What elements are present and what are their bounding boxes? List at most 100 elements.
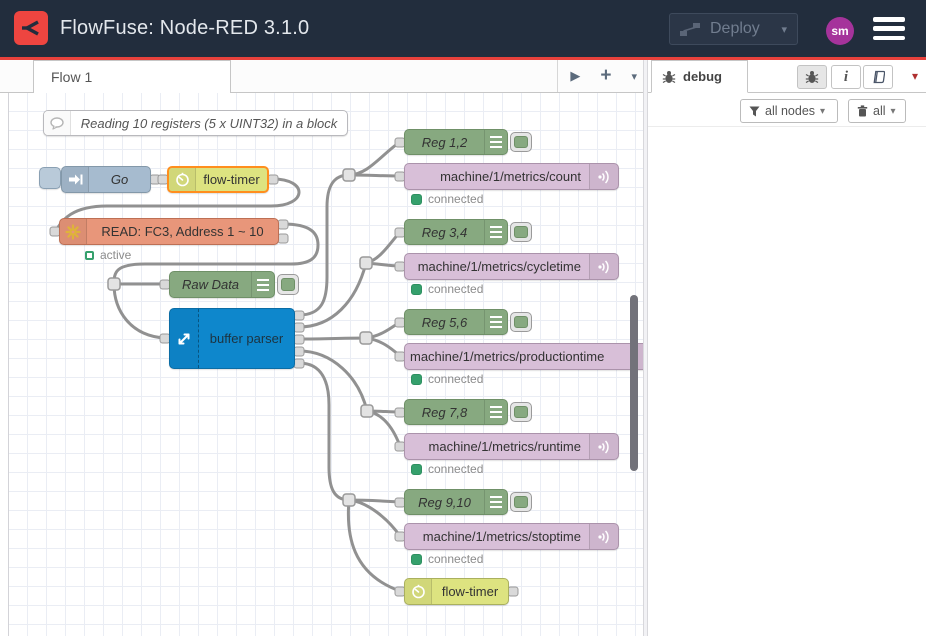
- timer-clock-icon: [405, 579, 432, 604]
- deploy-button[interactable]: Deploy ▾: [669, 13, 798, 45]
- debug-filter-bug-button[interactable]: [797, 65, 827, 89]
- debug-messages-panel[interactable]: [648, 127, 926, 636]
- node-port[interactable]: [278, 234, 288, 243]
- debug-node-reg[interactable]: Reg 5,6: [404, 309, 508, 335]
- wire-junction[interactable]: [360, 257, 372, 269]
- status-text: connected: [428, 282, 483, 296]
- deploy-label: Deploy: [710, 20, 760, 38]
- clear-label: all: [873, 104, 886, 118]
- wire-junction[interactable]: [361, 405, 373, 417]
- debug-enable-toggle[interactable]: [510, 492, 532, 512]
- mqtt-out-node[interactable]: machine/1/metrics/productiontime: [404, 343, 643, 370]
- wire-junction[interactable]: [343, 494, 355, 506]
- debug-lines-icon: [251, 272, 274, 297]
- deploy-options-caret-icon[interactable]: ▾: [781, 23, 787, 36]
- wire-junction[interactable]: [360, 332, 372, 344]
- node-info-button[interactable]: i: [831, 65, 861, 89]
- node-status: connected: [411, 552, 483, 566]
- inject-trigger-button[interactable]: [39, 167, 61, 189]
- funnel-icon: [749, 106, 760, 117]
- debug-node-reg[interactable]: Reg 1,2: [404, 129, 508, 155]
- broadcast-icon: [589, 434, 618, 459]
- header-bar: FlowFuse: Node-RED 3.1.0 Deploy ▾ sm: [0, 0, 926, 57]
- debug-lines-icon: [484, 490, 507, 514]
- wire[interactable]: [299, 263, 366, 327]
- help-book-button[interactable]: [863, 65, 893, 89]
- mqtt-out-node[interactable]: machine/1/metrics/cycletime: [404, 253, 619, 280]
- comment-bubble-icon: [44, 111, 71, 135]
- status-text: connected: [428, 192, 483, 206]
- wire[interactable]: [349, 500, 400, 536]
- tab-flow-1[interactable]: Flow 1: [33, 60, 231, 93]
- inject-node[interactable]: Go: [61, 166, 151, 193]
- comment-node[interactable]: Reading 10 registers (5 x UINT32) in a b…: [43, 110, 348, 136]
- status-dot-icon: [411, 464, 422, 475]
- menu-bar-icon: [873, 17, 905, 22]
- tab-debug[interactable]: debug: [651, 60, 748, 93]
- wire[interactable]: [349, 142, 400, 175]
- mqtt-out-node[interactable]: machine/1/metrics/runtime: [404, 433, 619, 460]
- wire[interactable]: [299, 175, 349, 315]
- node-status: connected: [411, 192, 483, 206]
- node-port[interactable]: [294, 347, 304, 356]
- mqtt-topic-label: machine/1/metrics/cycletime: [405, 259, 589, 274]
- scroll-tabs-right-icon[interactable]: ▶: [570, 68, 580, 84]
- status-text: connected: [428, 462, 483, 476]
- debug-enable-toggle[interactable]: [510, 222, 532, 242]
- flow-timer-label: flow-timer: [196, 172, 267, 187]
- node-port[interactable]: [268, 175, 278, 184]
- wire[interactable]: [349, 175, 400, 176]
- mqtt-out-node[interactable]: machine/1/metrics/count: [404, 163, 619, 190]
- debug-node-raw-data[interactable]: Raw Data: [169, 271, 275, 298]
- menu-bar-icon: [873, 36, 905, 41]
- trash-icon: [857, 105, 868, 117]
- avatar[interactable]: sm: [826, 17, 854, 45]
- wire[interactable]: [299, 351, 367, 411]
- flow-canvas[interactable]: Reading 10 registers (5 x UINT32) in a b…: [8, 93, 643, 636]
- wire[interactable]: [348, 500, 400, 591]
- node-port[interactable]: [278, 220, 288, 229]
- canvas-vertical-scrollbar[interactable]: [630, 295, 638, 471]
- node-port[interactable]: [294, 359, 304, 368]
- status-text: active: [100, 248, 131, 262]
- debug-enable-toggle[interactable]: [510, 402, 532, 422]
- wire[interactable]: [299, 338, 366, 339]
- status-dot-icon: [411, 194, 422, 205]
- debug-node-reg[interactable]: Reg 3,4: [404, 219, 508, 245]
- timer-clock-icon: [169, 168, 196, 191]
- debug-enable-toggle[interactable]: [510, 312, 532, 332]
- node-port[interactable]: [294, 323, 304, 332]
- add-flow-button[interactable]: +: [600, 65, 611, 87]
- node-status: connected: [411, 282, 483, 296]
- debug-node-reg[interactable]: Reg 9,10: [404, 489, 508, 515]
- debug-enable-toggle[interactable]: [510, 132, 532, 152]
- flow-tabbar: Flow 1 ▶ + ▾: [0, 60, 643, 93]
- tab-list-caret-icon[interactable]: ▾: [631, 70, 637, 83]
- flow-timer-node-selected[interactable]: flow-timer: [167, 166, 269, 193]
- wire[interactable]: [114, 284, 165, 338]
- mqtt-out-node[interactable]: machine/1/metrics/stoptime: [404, 523, 619, 550]
- sidebar-collapse-caret-icon[interactable]: ▾: [912, 69, 918, 83]
- debug-enable-toggle[interactable]: [277, 274, 299, 295]
- node-port[interactable]: [294, 335, 304, 344]
- filter-nodes-dropdown[interactable]: all nodes ▾: [740, 99, 838, 123]
- wire-junction[interactable]: [108, 278, 120, 290]
- node-port[interactable]: [508, 587, 518, 596]
- modbus-read-node[interactable]: READ: FC3, Address 1 ~ 10: [59, 218, 279, 245]
- wire-junction[interactable]: [343, 169, 355, 181]
- debug-tab-label: debug: [683, 69, 722, 84]
- wire[interactable]: [299, 363, 349, 500]
- info-icon: i: [844, 69, 848, 86]
- flow-timer-node[interactable]: flow-timer: [404, 578, 509, 605]
- node-red-app: FlowFuse: Node-RED 3.1.0 Deploy ▾ sm Flo…: [0, 0, 926, 636]
- broadcast-icon: [589, 164, 618, 189]
- debug-node-label: Reg 3,4: [405, 225, 484, 240]
- debug-sidebar: debug i ▾: [648, 60, 926, 636]
- node-port[interactable]: [294, 311, 304, 320]
- debug-node-reg[interactable]: Reg 7,8: [404, 399, 508, 425]
- clear-messages-dropdown[interactable]: all ▾: [848, 99, 906, 123]
- book-icon: [871, 70, 885, 84]
- buffer-parser-node[interactable]: buffer parser: [169, 308, 295, 369]
- status-text: connected: [428, 372, 483, 386]
- main-menu-button[interactable]: [873, 17, 905, 40]
